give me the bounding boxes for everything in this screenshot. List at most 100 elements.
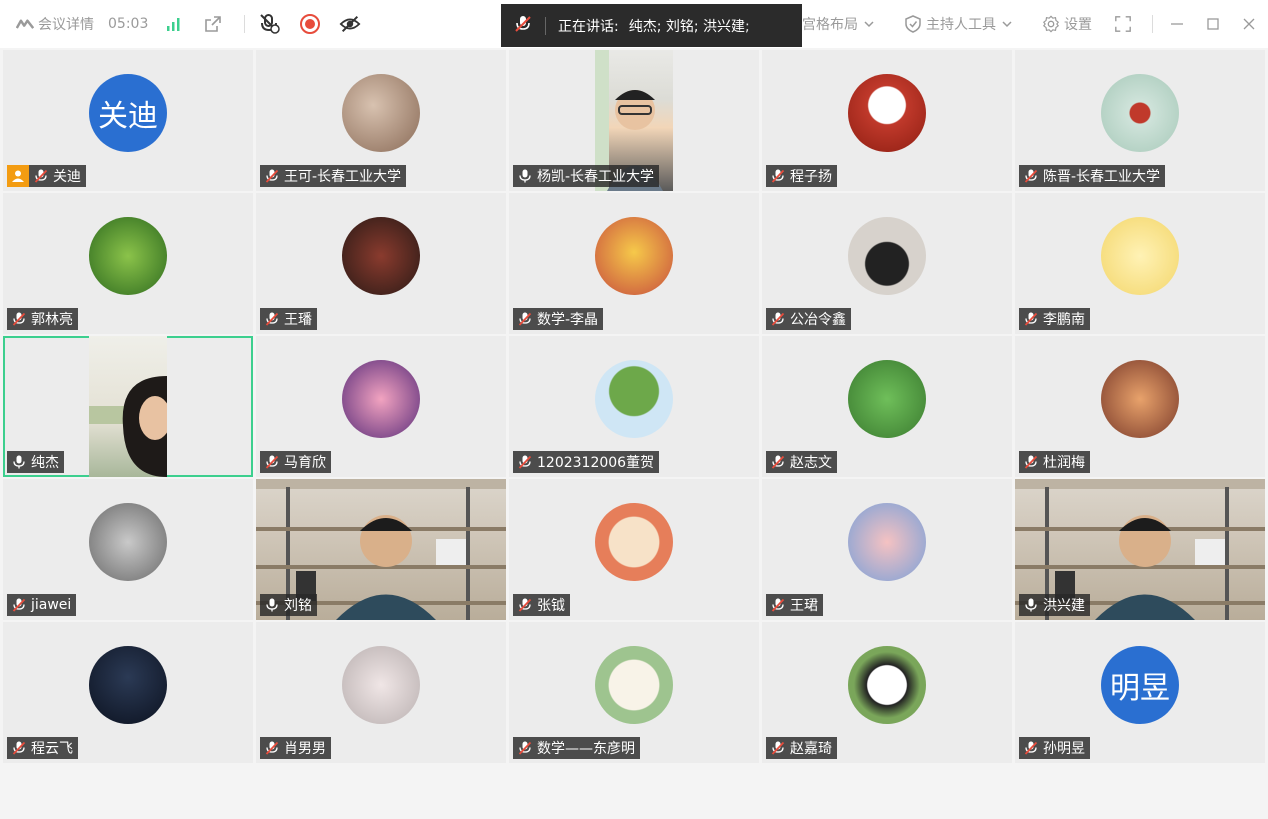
- participant-name-badge: 张钺: [513, 594, 570, 616]
- participant-name: 杨凯-长春工业大学: [537, 169, 655, 185]
- participant-tile[interactable]: 明昱 孙明昱: [1015, 622, 1265, 763]
- mute-all-icon[interactable]: [259, 13, 281, 35]
- participant-name-badge: 马育欣: [260, 451, 331, 473]
- participant-name: 公冶令鑫: [790, 312, 846, 328]
- participant-name: jiawei: [31, 597, 72, 613]
- participant-tile[interactable]: 程子扬: [762, 50, 1012, 191]
- participant-tile[interactable]: 公冶令鑫: [762, 193, 1012, 334]
- participant-name: 洪兴建: [1043, 598, 1085, 614]
- participant-tile[interactable]: 王珺: [762, 479, 1012, 620]
- participant-name-badge: 纯杰: [7, 451, 64, 473]
- participant-tile[interactable]: 1202312006董贺: [509, 336, 759, 477]
- speaking-label: 正在讲话:: [558, 18, 619, 35]
- participant-name: 关迪: [53, 169, 81, 185]
- muted-mic-icon: [770, 597, 786, 613]
- participant-name: 王璠: [284, 312, 312, 328]
- muted-mic-icon: [264, 168, 280, 184]
- muted-mic-icon: [770, 740, 786, 756]
- participant-name: 赵志文: [790, 455, 832, 471]
- grid-layout-button[interactable]: 宫格布局: [802, 14, 882, 34]
- mic-icon: [1023, 597, 1039, 613]
- participant-video: [89, 336, 171, 477]
- muted-mic-icon: [33, 168, 49, 184]
- top-toolbar: 会议详情 05:03 正在讲话: 纯杰; 刘铭; 洪兴建; 宫格布局 主持人工具…: [0, 0, 1268, 48]
- participant-avatar: 关迪: [89, 74, 167, 152]
- participant-name-badge: 关迪: [29, 165, 86, 187]
- participant-nameplate: 数学——东彦明: [513, 737, 640, 759]
- host-tools-button[interactable]: 主持人工具: [904, 14, 1020, 34]
- popout-icon[interactable]: [202, 13, 224, 35]
- participant-tile[interactable]: 关迪 关迪: [3, 50, 253, 191]
- gear-icon: [1042, 15, 1060, 33]
- maximize-button[interactable]: [1203, 14, 1223, 34]
- participant-name-badge: 李鹏南: [1019, 308, 1090, 330]
- speaking-fade: [742, 4, 802, 47]
- signal-strength-icon[interactable]: [162, 13, 184, 35]
- participant-tile[interactable]: 肖男男: [256, 622, 506, 763]
- participant-nameplate: 孙明昱: [1019, 737, 1090, 759]
- participant-tile[interactable]: 张钺: [509, 479, 759, 620]
- participant-name: 陈晋-长春工业大学: [1043, 169, 1161, 185]
- participant-nameplate: 纯杰: [7, 451, 64, 473]
- chevron-down-icon: [998, 15, 1016, 33]
- participant-tile[interactable]: 程云飞: [3, 622, 253, 763]
- participant-tile[interactable]: 数学-李晶: [509, 193, 759, 334]
- participant-tile[interactable]: 王璠: [256, 193, 506, 334]
- participant-tile[interactable]: 刘铭: [256, 479, 506, 620]
- participant-tile[interactable]: 数学——东彦明: [509, 622, 759, 763]
- muted-mic-icon: [517, 454, 533, 470]
- participant-tile[interactable]: jiawei: [3, 479, 253, 620]
- participant-avatar: [1101, 360, 1179, 438]
- participant-name-badge: 王璠: [260, 308, 317, 330]
- participant-avatar: [89, 503, 167, 581]
- hide-video-icon[interactable]: [339, 13, 361, 35]
- participant-name-badge: 数学-李晶: [513, 308, 604, 330]
- record-icon[interactable]: [299, 13, 321, 35]
- participant-name: 郭林亮: [31, 312, 73, 328]
- participant-avatar: [342, 217, 420, 295]
- participant-tile[interactable]: 洪兴建: [1015, 479, 1265, 620]
- participant-nameplate: 赵志文: [766, 451, 837, 473]
- participant-avatar: [342, 360, 420, 438]
- muted-mic-icon: [770, 454, 786, 470]
- participant-name: 程云飞: [31, 741, 73, 757]
- participant-tile[interactable]: 赵嘉琦: [762, 622, 1012, 763]
- participant-tile[interactable]: 马育欣: [256, 336, 506, 477]
- participant-nameplate: 数学-李晶: [513, 308, 604, 330]
- participant-tile[interactable]: 纯杰: [3, 336, 253, 477]
- close-button[interactable]: [1239, 14, 1259, 34]
- maximize-icon: [1207, 18, 1219, 30]
- meeting-details-button[interactable]: 会议详情: [16, 14, 94, 34]
- muted-mic-icon: [264, 311, 280, 327]
- participant-name-badge: 刘铭: [260, 594, 317, 616]
- speaking-indicator: 正在讲话: 纯杰; 刘铭; 洪兴建;: [501, 4, 802, 47]
- participant-avatar: [848, 360, 926, 438]
- host-tools-label: 主持人工具: [926, 17, 996, 33]
- participant-tile[interactable]: 杜润梅: [1015, 336, 1265, 477]
- participant-tile[interactable]: 杨凯-长春工业大学: [509, 50, 759, 191]
- participant-tile[interactable]: 郭林亮: [3, 193, 253, 334]
- fullscreen-button[interactable]: [1114, 15, 1136, 33]
- participant-tile[interactable]: 赵志文: [762, 336, 1012, 477]
- participant-avatar: [595, 360, 673, 438]
- participant-nameplate: 陈晋-长春工业大学: [1019, 165, 1166, 187]
- participant-name-badge: 公冶令鑫: [766, 308, 851, 330]
- participant-avatar: [342, 74, 420, 152]
- participant-nameplate: 洪兴建: [1019, 594, 1090, 616]
- minimize-button[interactable]: [1167, 14, 1187, 34]
- settings-button[interactable]: 设置: [1042, 14, 1092, 34]
- shield-icon: [904, 15, 922, 33]
- toolbar-divider: [1152, 15, 1153, 33]
- participant-name: 程子扬: [790, 169, 832, 185]
- participant-nameplate: 王可-长春工业大学: [260, 165, 407, 187]
- muted-mic-icon: [517, 740, 533, 756]
- participant-tile[interactable]: 王可-长春工业大学: [256, 50, 506, 191]
- participant-nameplate: 杨凯-长春工业大学: [513, 165, 660, 187]
- participant-avatar: [848, 646, 926, 724]
- participant-avatar: [595, 503, 673, 581]
- muted-mic-icon: [264, 454, 280, 470]
- minimize-icon: [1171, 23, 1183, 25]
- participant-tile[interactable]: 李鹏南: [1015, 193, 1265, 334]
- participant-avatar: [1101, 74, 1179, 152]
- participant-tile[interactable]: 陈晋-长春工业大学: [1015, 50, 1265, 191]
